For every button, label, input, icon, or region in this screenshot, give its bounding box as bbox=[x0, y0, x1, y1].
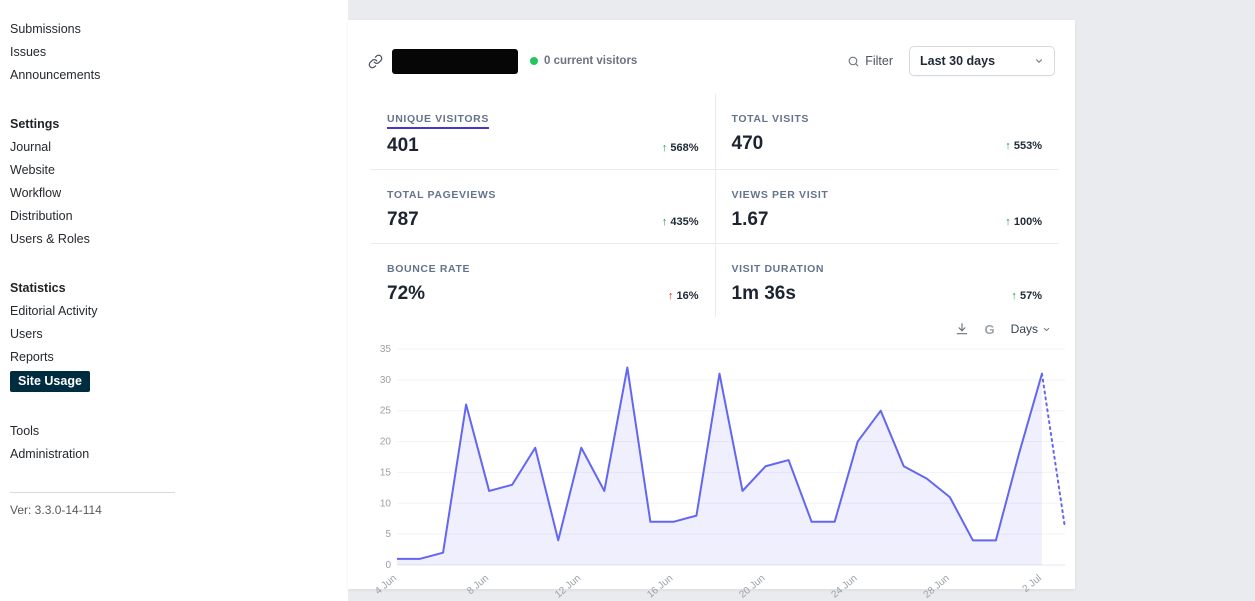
stat-change: ↑ 568% bbox=[661, 142, 699, 154]
svg-text:4 Jun: 4 Jun bbox=[373, 573, 399, 597]
sidebar-section-header-statistics: Statistics bbox=[10, 281, 66, 295]
stat-change: ↑ 16% bbox=[667, 290, 699, 302]
svg-text:25: 25 bbox=[380, 406, 392, 417]
stat-value: 72% bbox=[387, 283, 426, 304]
current-visitors: 0 current visitors bbox=[530, 55, 637, 67]
sidebar-section-header-settings: Settings bbox=[10, 117, 60, 131]
link-icon[interactable] bbox=[368, 54, 383, 69]
sidebar-item-distribution[interactable]: Distribution bbox=[10, 205, 348, 228]
stat-change: ↑ 100% bbox=[1005, 216, 1042, 228]
stat-unique-visitors[interactable]: UNIQUE VISITORS 401 ↑ 568% bbox=[371, 94, 715, 169]
search-icon bbox=[848, 56, 859, 66]
svg-text:20: 20 bbox=[380, 437, 392, 448]
stat-value: 470 bbox=[731, 133, 764, 154]
sidebar-group: Tools Administration bbox=[10, 420, 348, 466]
svg-text:20 Jun: 20 Jun bbox=[737, 573, 767, 601]
chevron-down-icon bbox=[1043, 327, 1050, 331]
sidebar-group: Settings Journal Website Workflow Distributi… bbox=[10, 113, 348, 251]
page: Submissions Issues Announcements Settings Jo… bbox=[0, 0, 1255, 601]
google-icon[interactable]: G bbox=[985, 322, 995, 337]
analytics-card: 0 current visitors Filter Last 30 days U… bbox=[348, 20, 1075, 601]
stat-label: UNIQUE VISITORS bbox=[387, 113, 490, 129]
sidebar-item-announcements[interactable]: Announcements bbox=[10, 64, 348, 87]
sidebar-item-journal[interactable]: Journal bbox=[10, 136, 348, 159]
stat-label: TOTAL PAGEVIEWS bbox=[387, 189, 497, 201]
svg-text:5: 5 bbox=[385, 529, 391, 540]
current-visitors-label: 0 current visitors bbox=[544, 55, 638, 67]
svg-text:2 Jul: 2 Jul bbox=[1021, 573, 1044, 595]
svg-text:24 Jun: 24 Jun bbox=[830, 573, 860, 601]
download-icon[interactable] bbox=[955, 322, 969, 336]
sidebar-group: Statistics Editorial Activity Users Reports… bbox=[10, 277, 348, 394]
svg-text:30: 30 bbox=[380, 375, 392, 386]
stat-total-visits[interactable]: TOTAL VISITS 470 ↑ 553% bbox=[714, 94, 1059, 169]
stat-change: ↑ 553% bbox=[1005, 140, 1042, 152]
stat-visit-duration[interactable]: VISIT DURATION 1m 36s ↑ 57% bbox=[714, 243, 1058, 317]
svg-text:0: 0 bbox=[385, 560, 391, 571]
interval-value: Days bbox=[1010, 322, 1038, 336]
svg-text:35: 35 bbox=[380, 344, 392, 355]
date-range-select[interactable]: Last 30 days bbox=[909, 46, 1055, 76]
stat-value: 401 bbox=[387, 135, 419, 156]
chart-area: 0 5 10 15 20 25 30 35 4 Jun 8 Jun 12 Jun 16 Jun 20 J… bbox=[371, 339, 1075, 601]
svg-text:10: 10 bbox=[380, 498, 392, 509]
stat-label: VISIT DURATION bbox=[731, 263, 825, 275]
visitors-line-chart: 0 5 10 15 20 25 30 35 4 Jun 8 Jun 12 Jun 16 Jun 20 J… bbox=[373, 344, 1066, 601]
sidebar-item-administration[interactable]: Administration bbox=[10, 443, 348, 466]
stat-label: BOUNCE RATE bbox=[387, 263, 471, 275]
stats-grid: UNIQUE VISITORS 401 ↑ 568% TOTAL VISITS 470 ↑… bbox=[371, 94, 1058, 317]
stat-change: ↑ 435% bbox=[661, 216, 699, 228]
site-name-redacted[interactable] bbox=[392, 48, 518, 74]
stat-total-pageviews[interactable]: TOTAL PAGEVIEWS 787 ↑ 435% bbox=[371, 169, 715, 243]
svg-text:15: 15 bbox=[380, 467, 392, 478]
sidebar-divider bbox=[10, 492, 175, 493]
version-label: Ver: 3.3.0-14-114 bbox=[10, 503, 102, 517]
sidebar-item-workflow[interactable]: Workflow bbox=[10, 182, 348, 205]
sidebar: Submissions Issues Announcements Settings Jo… bbox=[0, 0, 348, 601]
stat-label: TOTAL VISITS bbox=[731, 113, 810, 125]
live-dot-icon bbox=[530, 57, 538, 65]
sidebar-item-site-usage[interactable]: Site Usage bbox=[10, 371, 90, 392]
sidebar-group: Submissions Issues Announcements bbox=[10, 18, 348, 87]
sidebar-item-issues[interactable]: Issues bbox=[10, 41, 348, 64]
svg-text:28 Jun: 28 Jun bbox=[922, 573, 952, 601]
chart-toolbar: G Days bbox=[348, 319, 1051, 339]
stat-bounce-rate[interactable]: BOUNCE RATE 72% ↑ 16% bbox=[371, 243, 715, 317]
stat-views-per-visit[interactable]: VIEWS PER VISIT 1.67 ↑ 100% bbox=[714, 169, 1058, 243]
stat-value: 1m 36s bbox=[731, 283, 796, 304]
stat-value: 787 bbox=[387, 209, 419, 230]
filter-button[interactable]: Filter bbox=[847, 54, 893, 68]
svg-text:8 Jun: 8 Jun bbox=[465, 573, 491, 597]
date-range-value: Last 30 days bbox=[920, 54, 996, 68]
sidebar-item-website[interactable]: Website bbox=[10, 159, 348, 182]
sidebar-item-reports[interactable]: Reports bbox=[10, 346, 348, 369]
svg-text:12 Jun: 12 Jun bbox=[553, 573, 583, 601]
filter-label: Filter bbox=[865, 54, 893, 68]
sidebar-item-users[interactable]: Users bbox=[10, 323, 348, 346]
sidebar-item-submissions[interactable]: Submissions bbox=[10, 18, 348, 41]
sidebar-item-users-roles[interactable]: Users & Roles bbox=[10, 228, 348, 251]
chevron-down-icon bbox=[1035, 59, 1043, 63]
svg-text:16 Jun: 16 Jun bbox=[645, 573, 675, 601]
stat-value: 1.67 bbox=[731, 209, 769, 230]
stat-label: VIEWS PER VISIT bbox=[731, 189, 829, 201]
stat-change: ↑ 57% bbox=[1011, 290, 1042, 302]
sidebar-item-editorial-activity[interactable]: Editorial Activity bbox=[10, 300, 348, 323]
sidebar-item-tools[interactable]: Tools bbox=[10, 420, 348, 443]
analytics-header: 0 current visitors Filter Last 30 days bbox=[348, 20, 1075, 76]
interval-select[interactable]: Days bbox=[1011, 322, 1051, 336]
